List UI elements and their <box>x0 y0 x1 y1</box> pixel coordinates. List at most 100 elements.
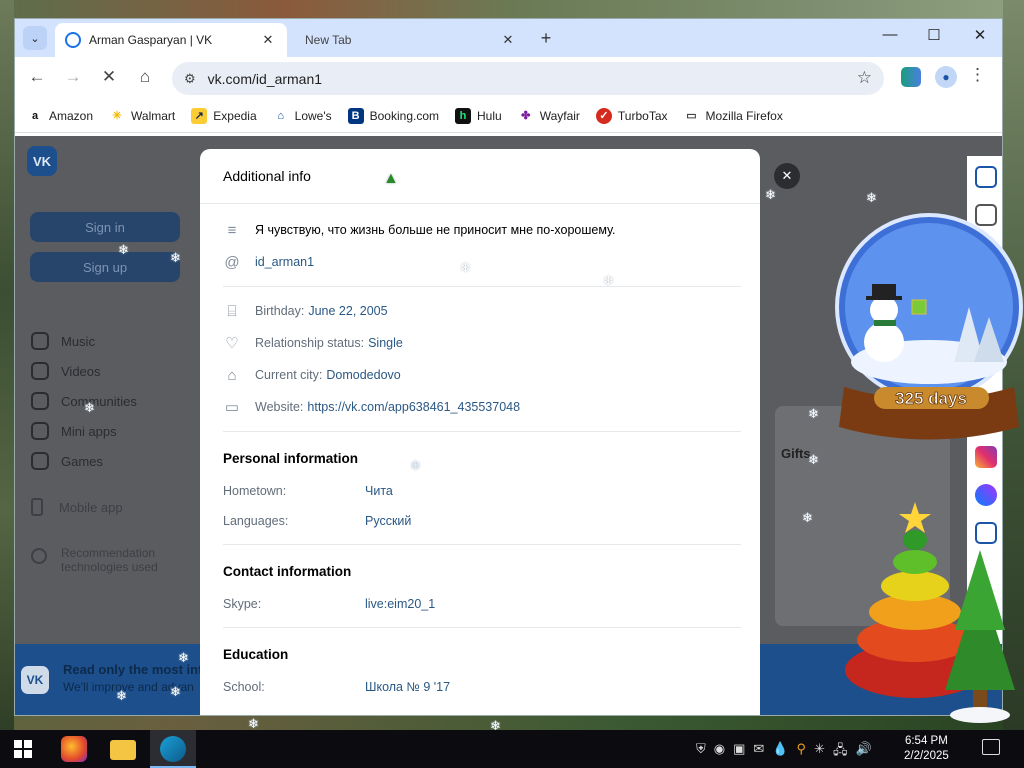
username-row: @ id_arman1 <box>223 246 741 278</box>
close-tab-icon[interactable]: ✕ <box>499 32 517 48</box>
windows-start-icon[interactable] <box>14 740 32 758</box>
website-row: ▭ Website: https://vk.com/app638461_435537… <box>224 399 521 416</box>
profile-avatar-icon[interactable]: ● <box>935 66 957 88</box>
vk-logo-icon[interactable]: VK <box>27 146 57 176</box>
vk-banner-logo-icon: VK <box>21 666 49 694</box>
countdown-text: 325 days <box>895 389 967 408</box>
site-info-icon[interactable]: ⚙ <box>184 71 196 87</box>
contact-info-heading: Contact information <box>223 563 352 579</box>
bookmark-turbotax[interactable]: ✓ TurboTax <box>595 107 668 124</box>
snowflake-icon: ❄ <box>802 510 813 525</box>
address-bar[interactable]: ⚙ vk.com/id_arman1 ☆ <box>172 62 884 95</box>
snowflake-icon: ❄ <box>116 688 127 703</box>
gifts-heading: Gifts <box>781 446 811 461</box>
music-icon <box>31 332 49 350</box>
sign-up-button[interactable]: Sign up <box>30 252 180 282</box>
modal-title: Additional info <box>223 168 311 184</box>
menu-kebab-icon[interactable]: ⋮ <box>969 65 986 85</box>
desktop-wallpaper <box>0 0 1024 18</box>
skype-row: Skype: live:eim20_1 <box>223 597 436 611</box>
tab-strip: ⌄ Arman Gasparyan | VK ✕ New Tab ✕ + — ☐… <box>15 19 1002 57</box>
close-modal-button[interactable]: ✕ <box>774 163 800 189</box>
file-explorer-icon[interactable] <box>110 740 136 760</box>
bookmark-hulu[interactable]: h Hulu <box>455 107 502 124</box>
home-icon: ⌂ <box>227 366 237 384</box>
birthday-link[interactable]: June 22, 2005 <box>308 304 387 318</box>
personal-info-heading: Personal information <box>223 450 359 466</box>
bookmarks-bar: a Amazon ✳ Walmart ↗ Expedia ⌂ Lowe's B Booki… <box>15 99 1002 133</box>
snowflake-icon: ❄ <box>410 458 421 473</box>
gift-icon: ⌸ <box>227 302 237 320</box>
at-sign-icon: @ <box>224 253 240 271</box>
search-tray-icon[interactable]: ⚲ <box>797 741 807 763</box>
sidebar-item-games[interactable]: Games <box>31 446 137 476</box>
bookmark-wayfair[interactable]: ✤ Wayfair <box>518 108 580 124</box>
forward-arrow-icon[interactable]: → <box>61 67 85 87</box>
bookmark-walmart[interactable]: ✳ Walmart <box>109 108 175 124</box>
bookmark-lowes[interactable]: ⌂ Lowe's <box>273 108 331 124</box>
languages-row: Languages: Русский <box>223 514 412 528</box>
close-window-button[interactable]: ✕ <box>965 26 995 44</box>
bookmark-folder-firefox[interactable]: ▭ Mozilla Firefox <box>684 108 783 124</box>
maximize-button[interactable]: ☐ <box>919 26 949 44</box>
bookmark-amazon[interactable]: a Amazon <box>27 108 93 124</box>
relationship-link[interactable]: Single <box>368 336 403 350</box>
url-text: vk.com/id_arman1 <box>207 70 323 87</box>
languages-link[interactable]: Русский <box>365 514 411 528</box>
recommendation-link[interactable]: Recommendation technologies used <box>31 546 158 574</box>
notification-icon[interactable] <box>982 739 1000 755</box>
home-icon[interactable]: ⌂ <box>133 67 157 87</box>
tab-vk[interactable]: Arman Gasparyan | VK ✕ <box>55 23 287 57</box>
snowflake-icon: ❄ <box>118 242 129 257</box>
new-tab-button[interactable]: + <box>535 28 557 49</box>
clock[interactable]: 6:54 PM 2/2/2025 <box>904 734 949 764</box>
username-link[interactable]: id_arman1 <box>255 255 314 269</box>
bookmark-panel-icon[interactable] <box>975 166 997 188</box>
sidebar-item-music[interactable]: Music <box>31 326 137 356</box>
walmart-icon: ✳ <box>112 110 122 122</box>
gamepad-icon <box>31 452 49 470</box>
minimize-button[interactable]: — <box>875 26 905 43</box>
extension-icon[interactable] <box>901 67 921 87</box>
bookmark-booking[interactable]: B Booking.com <box>347 107 439 124</box>
edge-app-icon[interactable] <box>160 736 186 762</box>
snowflake-tray-icon[interactable]: ✳ <box>814 741 825 763</box>
snow-globe-widget[interactable]: 325 days <box>834 212 1024 452</box>
vk-favicon-icon <box>65 32 81 48</box>
snowflake-icon: ❄ <box>808 406 819 421</box>
stop-loading-icon[interactable]: ✕ <box>97 67 121 87</box>
school-link[interactable]: Школа № 9 '17 <box>365 680 450 694</box>
firefox-icon[interactable] <box>61 736 87 762</box>
sidebar-item-mini-apps[interactable]: Mini apps <box>31 416 137 446</box>
christmas-tree-decoration <box>845 502 1015 723</box>
snowflake-icon: ❄ <box>170 684 181 699</box>
small-tree-icon: ▲ <box>383 170 399 187</box>
network-icon[interactable]: 🖧 <box>833 741 848 763</box>
mail-tray-icon[interactable]: ✉ <box>753 741 764 763</box>
folder-icon: ▭ <box>686 110 697 122</box>
sign-in-button[interactable]: Sign in <box>30 212 180 242</box>
birthday-row: ⌸ Birthday: June 22, 2005 <box>223 295 741 327</box>
hometown-link[interactable]: Чита <box>365 484 393 498</box>
snowflake-icon: ❄ <box>765 187 776 202</box>
volume-icon[interactable]: 🔊 <box>855 741 871 763</box>
tab-search-button[interactable]: ⌄ <box>23 26 47 50</box>
taskbar: ⛨ ◉ ▣ ✉ 💧 ⚲ ✳ 🖧 🔊 6:54 PM 2/2/2025 <box>0 730 1024 768</box>
bookmark-star-icon[interactable]: ☆ <box>857 68 872 88</box>
app-tray-icon[interactable]: ◉ <box>714 741 725 763</box>
back-arrow-icon[interactable]: ← <box>25 67 49 87</box>
screen-tray-icon[interactable]: ▣ <box>733 741 745 763</box>
tab-new-tab[interactable]: New Tab ✕ <box>295 23 527 57</box>
close-tab-icon[interactable]: ✕ <box>259 32 277 48</box>
skype-link[interactable]: live:eim20_1 <box>365 597 435 611</box>
drop-tray-icon[interactable]: 💧 <box>772 741 788 763</box>
snowflake-icon: ❄ <box>603 273 614 288</box>
school-row: School: Школа № 9 '17 <box>223 680 451 694</box>
city-link[interactable]: Domodedovo <box>326 368 400 382</box>
mobile-app-link[interactable]: Mobile app <box>31 498 123 516</box>
sidebar-item-videos[interactable]: Videos <box>31 356 137 386</box>
amazon-icon: a <box>31 109 39 122</box>
bookmark-expedia[interactable]: ↗ Expedia <box>191 107 257 124</box>
shield-icon[interactable]: ⛨ <box>696 741 706 763</box>
website-link[interactable]: https://vk.com/app638461_435537048 <box>307 400 520 414</box>
